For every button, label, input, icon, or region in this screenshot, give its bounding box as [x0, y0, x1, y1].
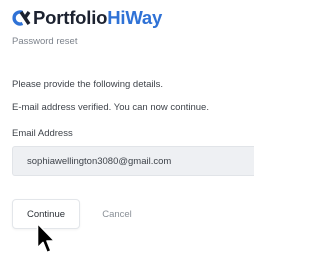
email-label: Email Address [12, 128, 73, 139]
instructions-text: Please provide the following details. [12, 79, 164, 90]
email-field[interactable]: sophiawellington3080@gmail.com [12, 146, 254, 176]
status-message: E-mail address verified. You can now con… [12, 102, 209, 113]
brand-logo: PortfolioHiWay [12, 7, 162, 29]
page-subtitle: Password reset [12, 36, 78, 47]
cancel-button[interactable]: Cancel [89, 199, 145, 229]
portfoliohiway-logo-icon [12, 10, 31, 26]
email-value: sophiawellington3080@gmail.com [27, 155, 172, 167]
brand-name-part2: HiWay [107, 7, 163, 28]
brand-name-part1: Portfolio [33, 7, 108, 28]
mouse-pointer-icon [36, 222, 56, 254]
brand-name: PortfolioHiWay [33, 7, 162, 29]
